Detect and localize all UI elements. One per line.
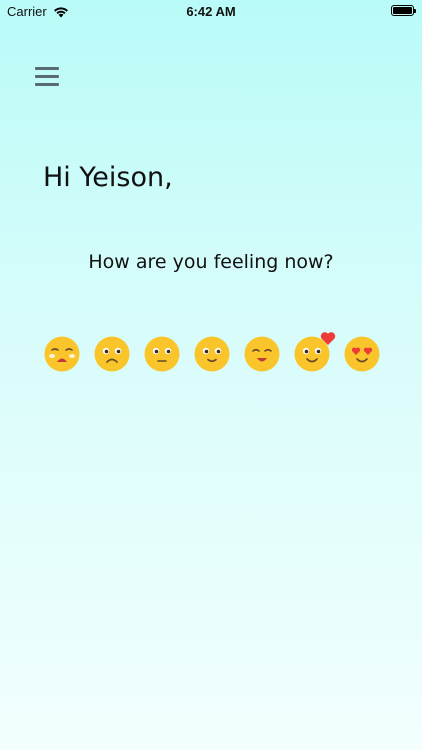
mood-selector: [44, 332, 380, 372]
greeting-text: Hi Yeison,: [43, 162, 173, 193]
battery-icon: [391, 5, 416, 16]
happy-face-icon[interactable]: [244, 336, 280, 372]
heart-eyes-face-icon[interactable]: [344, 336, 380, 372]
clock: 6:42 AM: [186, 4, 236, 19]
heart-badge-icon: [320, 332, 336, 345]
smiling-face-with-heart-icon[interactable]: [294, 332, 336, 372]
slightly-smiling-face-icon[interactable]: [194, 336, 230, 372]
crying-face-icon[interactable]: [44, 336, 80, 372]
menu-line: [35, 67, 59, 70]
frowning-face-icon[interactable]: [94, 336, 130, 372]
neutral-face-icon[interactable]: [144, 336, 180, 372]
mood-question: How are you feeling now?: [88, 251, 334, 273]
battery-level-fill: [393, 7, 412, 14]
status-bar: Carrier 6:42 AM: [0, 0, 422, 22]
menu-line: [35, 75, 59, 78]
hamburger-menu-icon[interactable]: [35, 67, 59, 87]
menu-line: [35, 83, 59, 86]
